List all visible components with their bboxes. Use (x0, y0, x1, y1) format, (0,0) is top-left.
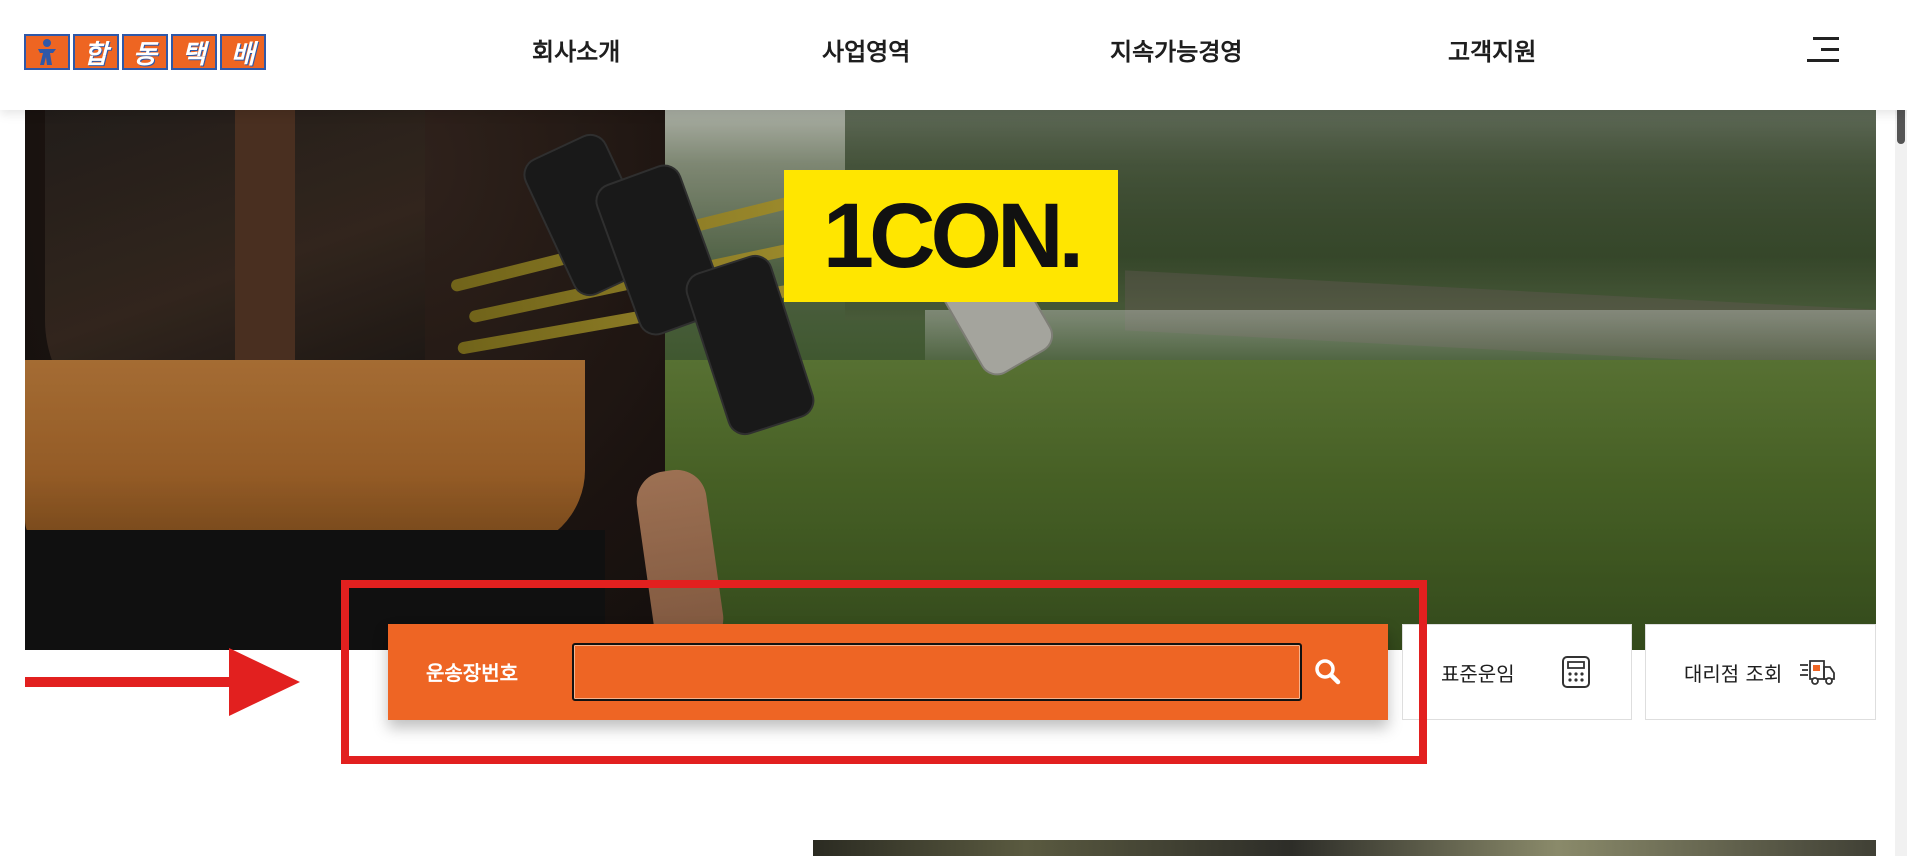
logo-char: 합 (73, 34, 119, 70)
content-image-preview (813, 840, 1876, 856)
nav-item-support[interactable]: 고객지원 (1448, 32, 1536, 72)
hamburger-menu-icon[interactable] (1807, 35, 1839, 65)
annotation-arrow-icon (25, 648, 300, 716)
site-header: 합 동 택 배 회사소개 사업영역 지속가능경영 고객지원 (0, 0, 1907, 110)
nav-item-sustainability[interactable]: 지속가능경영 (1110, 32, 1242, 72)
brand-badge-text: 1CON. (822, 184, 1084, 287)
delivery-truck-icon (1800, 660, 1836, 685)
agency-lookup-button[interactable]: 대리점 조회 (1645, 624, 1876, 720)
logo-char: 동 (122, 34, 168, 70)
search-icon (1315, 659, 1341, 685)
page: 합 동 택 배 회사소개 사업영역 지속가능경영 고객지원 1CON. 운송장번… (0, 0, 1907, 856)
nav-item-business[interactable]: 사업영역 (822, 32, 910, 72)
page-scrollbar[interactable] (1895, 0, 1907, 856)
tracking-search-box: 운송장번호 (388, 624, 1388, 720)
logo[interactable]: 합 동 택 배 (24, 34, 266, 70)
logo-char: 택 (171, 34, 217, 70)
tracking-number-input[interactable] (572, 643, 1302, 701)
search-button[interactable] (1308, 652, 1348, 692)
logo-mark-icon (24, 34, 70, 70)
logo-char: 배 (220, 34, 266, 70)
brand-badge: 1CON. (784, 170, 1118, 302)
agency-lookup-label: 대리점 조회 (1684, 661, 1783, 686)
standard-fare-button[interactable]: 표준운임 (1402, 624, 1632, 720)
calculator-icon (1561, 656, 1590, 688)
standard-fare-label: 표준운임 (1441, 661, 1515, 686)
tracking-number-label: 운송장번호 (426, 661, 518, 685)
nav-item-company[interactable]: 회사소개 (532, 32, 620, 72)
